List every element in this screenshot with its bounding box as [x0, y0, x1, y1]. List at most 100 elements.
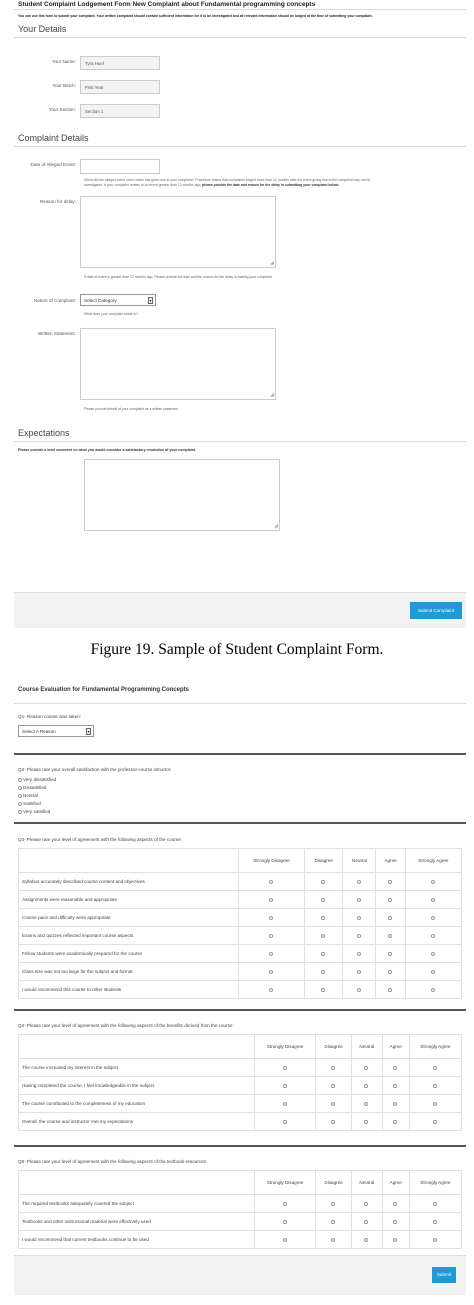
radio-icon[interactable]	[331, 1083, 336, 1088]
expectations-heading: Expectations	[18, 427, 70, 438]
radio-icon[interactable]	[430, 897, 435, 902]
radio-icon[interactable]	[388, 897, 393, 902]
radio-icon[interactable]	[282, 1119, 287, 1124]
radio-icon[interactable]	[430, 951, 435, 956]
q2-option[interactable]: Satisfied	[14, 800, 466, 808]
radio-icon[interactable]	[356, 897, 361, 902]
col-header: Strongly Disagree	[253, 1034, 317, 1059]
radio-icon[interactable]	[331, 1119, 336, 1124]
radio-icon[interactable]	[18, 793, 22, 798]
radio-icon[interactable]	[282, 1065, 287, 1070]
radio-icon[interactable]	[282, 1083, 287, 1088]
radio-icon[interactable]	[430, 879, 435, 884]
radio-icon[interactable]	[364, 1237, 369, 1242]
radio-icon[interactable]	[321, 915, 326, 920]
name-field[interactable]: Tyra Huel	[80, 56, 160, 70]
nature-select[interactable]: Select Category ▾	[80, 294, 156, 307]
radio-icon[interactable]	[388, 987, 393, 992]
date-field[interactable]	[80, 159, 160, 174]
radio-icon[interactable]	[388, 879, 393, 884]
radio-icon[interactable]	[331, 1065, 336, 1070]
radio-icon[interactable]	[432, 1219, 437, 1224]
complaint-details-heading: Complaint Details	[18, 133, 89, 143]
radio-icon[interactable]	[18, 785, 22, 790]
radio-icon[interactable]	[364, 1201, 369, 1206]
radio-icon[interactable]	[393, 1083, 398, 1088]
resize-grip-icon[interactable]: ◢	[270, 261, 274, 266]
radio-icon[interactable]	[432, 1101, 437, 1106]
radio-icon[interactable]	[356, 933, 361, 938]
radio-icon[interactable]	[356, 879, 361, 884]
radio-icon[interactable]	[432, 1065, 437, 1070]
radio-icon[interactable]	[321, 879, 326, 884]
radio-icon[interactable]	[331, 1101, 336, 1106]
radio-icon[interactable]	[430, 969, 435, 974]
radio-icon[interactable]	[364, 1101, 369, 1106]
radio-icon[interactable]	[393, 1101, 398, 1106]
radio-icon[interactable]	[388, 915, 393, 920]
radio-icon[interactable]	[393, 1201, 398, 1206]
radio-icon[interactable]	[393, 1065, 398, 1070]
radio-icon[interactable]	[388, 951, 393, 956]
resize-grip-icon[interactable]: ◢	[274, 523, 278, 529]
radio-icon[interactable]	[364, 1065, 369, 1070]
radio-icon[interactable]	[268, 987, 273, 992]
radio-icon[interactable]	[356, 969, 361, 974]
radio-icon[interactable]	[388, 933, 393, 938]
section-field[interactable]: Section 1	[80, 104, 160, 118]
radio-icon[interactable]	[430, 987, 435, 992]
radio-icon[interactable]	[268, 951, 273, 956]
submit-complaint-button[interactable]: Submit Complaint	[410, 602, 462, 619]
submit-button[interactable]: Submit	[432, 1267, 456, 1283]
radio-icon[interactable]	[388, 969, 393, 974]
radio-icon[interactable]	[432, 1237, 437, 1242]
radio-icon[interactable]	[282, 1219, 287, 1224]
radio-icon[interactable]	[268, 969, 273, 974]
q2-option[interactable]: Dissatisfied	[14, 784, 466, 792]
radio-icon[interactable]	[282, 1237, 287, 1242]
radio-icon[interactable]	[331, 1237, 336, 1242]
statement-textarea[interactable]: ◢	[80, 328, 276, 401]
radio-icon[interactable]	[432, 1201, 437, 1206]
batch-field[interactable]: First Year	[80, 80, 160, 94]
q2-label: Q2- Please rate your overall satisfactio…	[18, 767, 172, 772]
radio-icon[interactable]	[18, 809, 22, 814]
q2-option[interactable]: Very dissatisfied	[14, 776, 466, 784]
table-row: Overall, the course and instructor met m…	[18, 1112, 463, 1131]
radio-icon[interactable]	[432, 1119, 437, 1124]
radio-icon[interactable]	[18, 801, 22, 806]
radio-icon[interactable]	[321, 897, 326, 902]
radio-icon[interactable]	[364, 1119, 369, 1124]
q2-option[interactable]: Neutral	[14, 792, 466, 800]
reason-textarea[interactable]: ◢	[80, 196, 276, 269]
expectations-textarea[interactable]: ◢	[84, 458, 280, 531]
radio-icon[interactable]	[331, 1201, 336, 1206]
radio-icon[interactable]	[321, 933, 326, 938]
radio-icon[interactable]	[321, 969, 326, 974]
radio-icon[interactable]	[321, 951, 326, 956]
radio-icon[interactable]	[282, 1201, 287, 1206]
radio-icon[interactable]	[364, 1083, 369, 1088]
radio-icon[interactable]	[430, 933, 435, 938]
radio-icon[interactable]	[393, 1119, 398, 1124]
resize-grip-icon[interactable]: ◢	[270, 393, 274, 398]
reason-select[interactable]: Select A Reason ▾	[18, 725, 94, 737]
radio-icon[interactable]	[18, 777, 22, 782]
radio-icon[interactable]	[268, 933, 273, 938]
radio-icon[interactable]	[356, 987, 361, 992]
radio-icon[interactable]	[356, 915, 361, 920]
radio-icon[interactable]	[364, 1219, 369, 1224]
evaluation-footer: Submit	[14, 1255, 466, 1295]
q2-option[interactable]: Very satisfied	[14, 808, 466, 816]
radio-icon[interactable]	[268, 879, 273, 884]
radio-icon[interactable]	[331, 1219, 336, 1224]
radio-icon[interactable]	[430, 915, 435, 920]
radio-icon[interactable]	[432, 1083, 437, 1088]
radio-icon[interactable]	[282, 1101, 287, 1106]
radio-icon[interactable]	[393, 1237, 398, 1242]
radio-icon[interactable]	[268, 915, 273, 920]
radio-icon[interactable]	[268, 897, 273, 902]
radio-icon[interactable]	[356, 951, 361, 956]
radio-icon[interactable]	[321, 987, 326, 992]
radio-icon[interactable]	[393, 1219, 398, 1224]
